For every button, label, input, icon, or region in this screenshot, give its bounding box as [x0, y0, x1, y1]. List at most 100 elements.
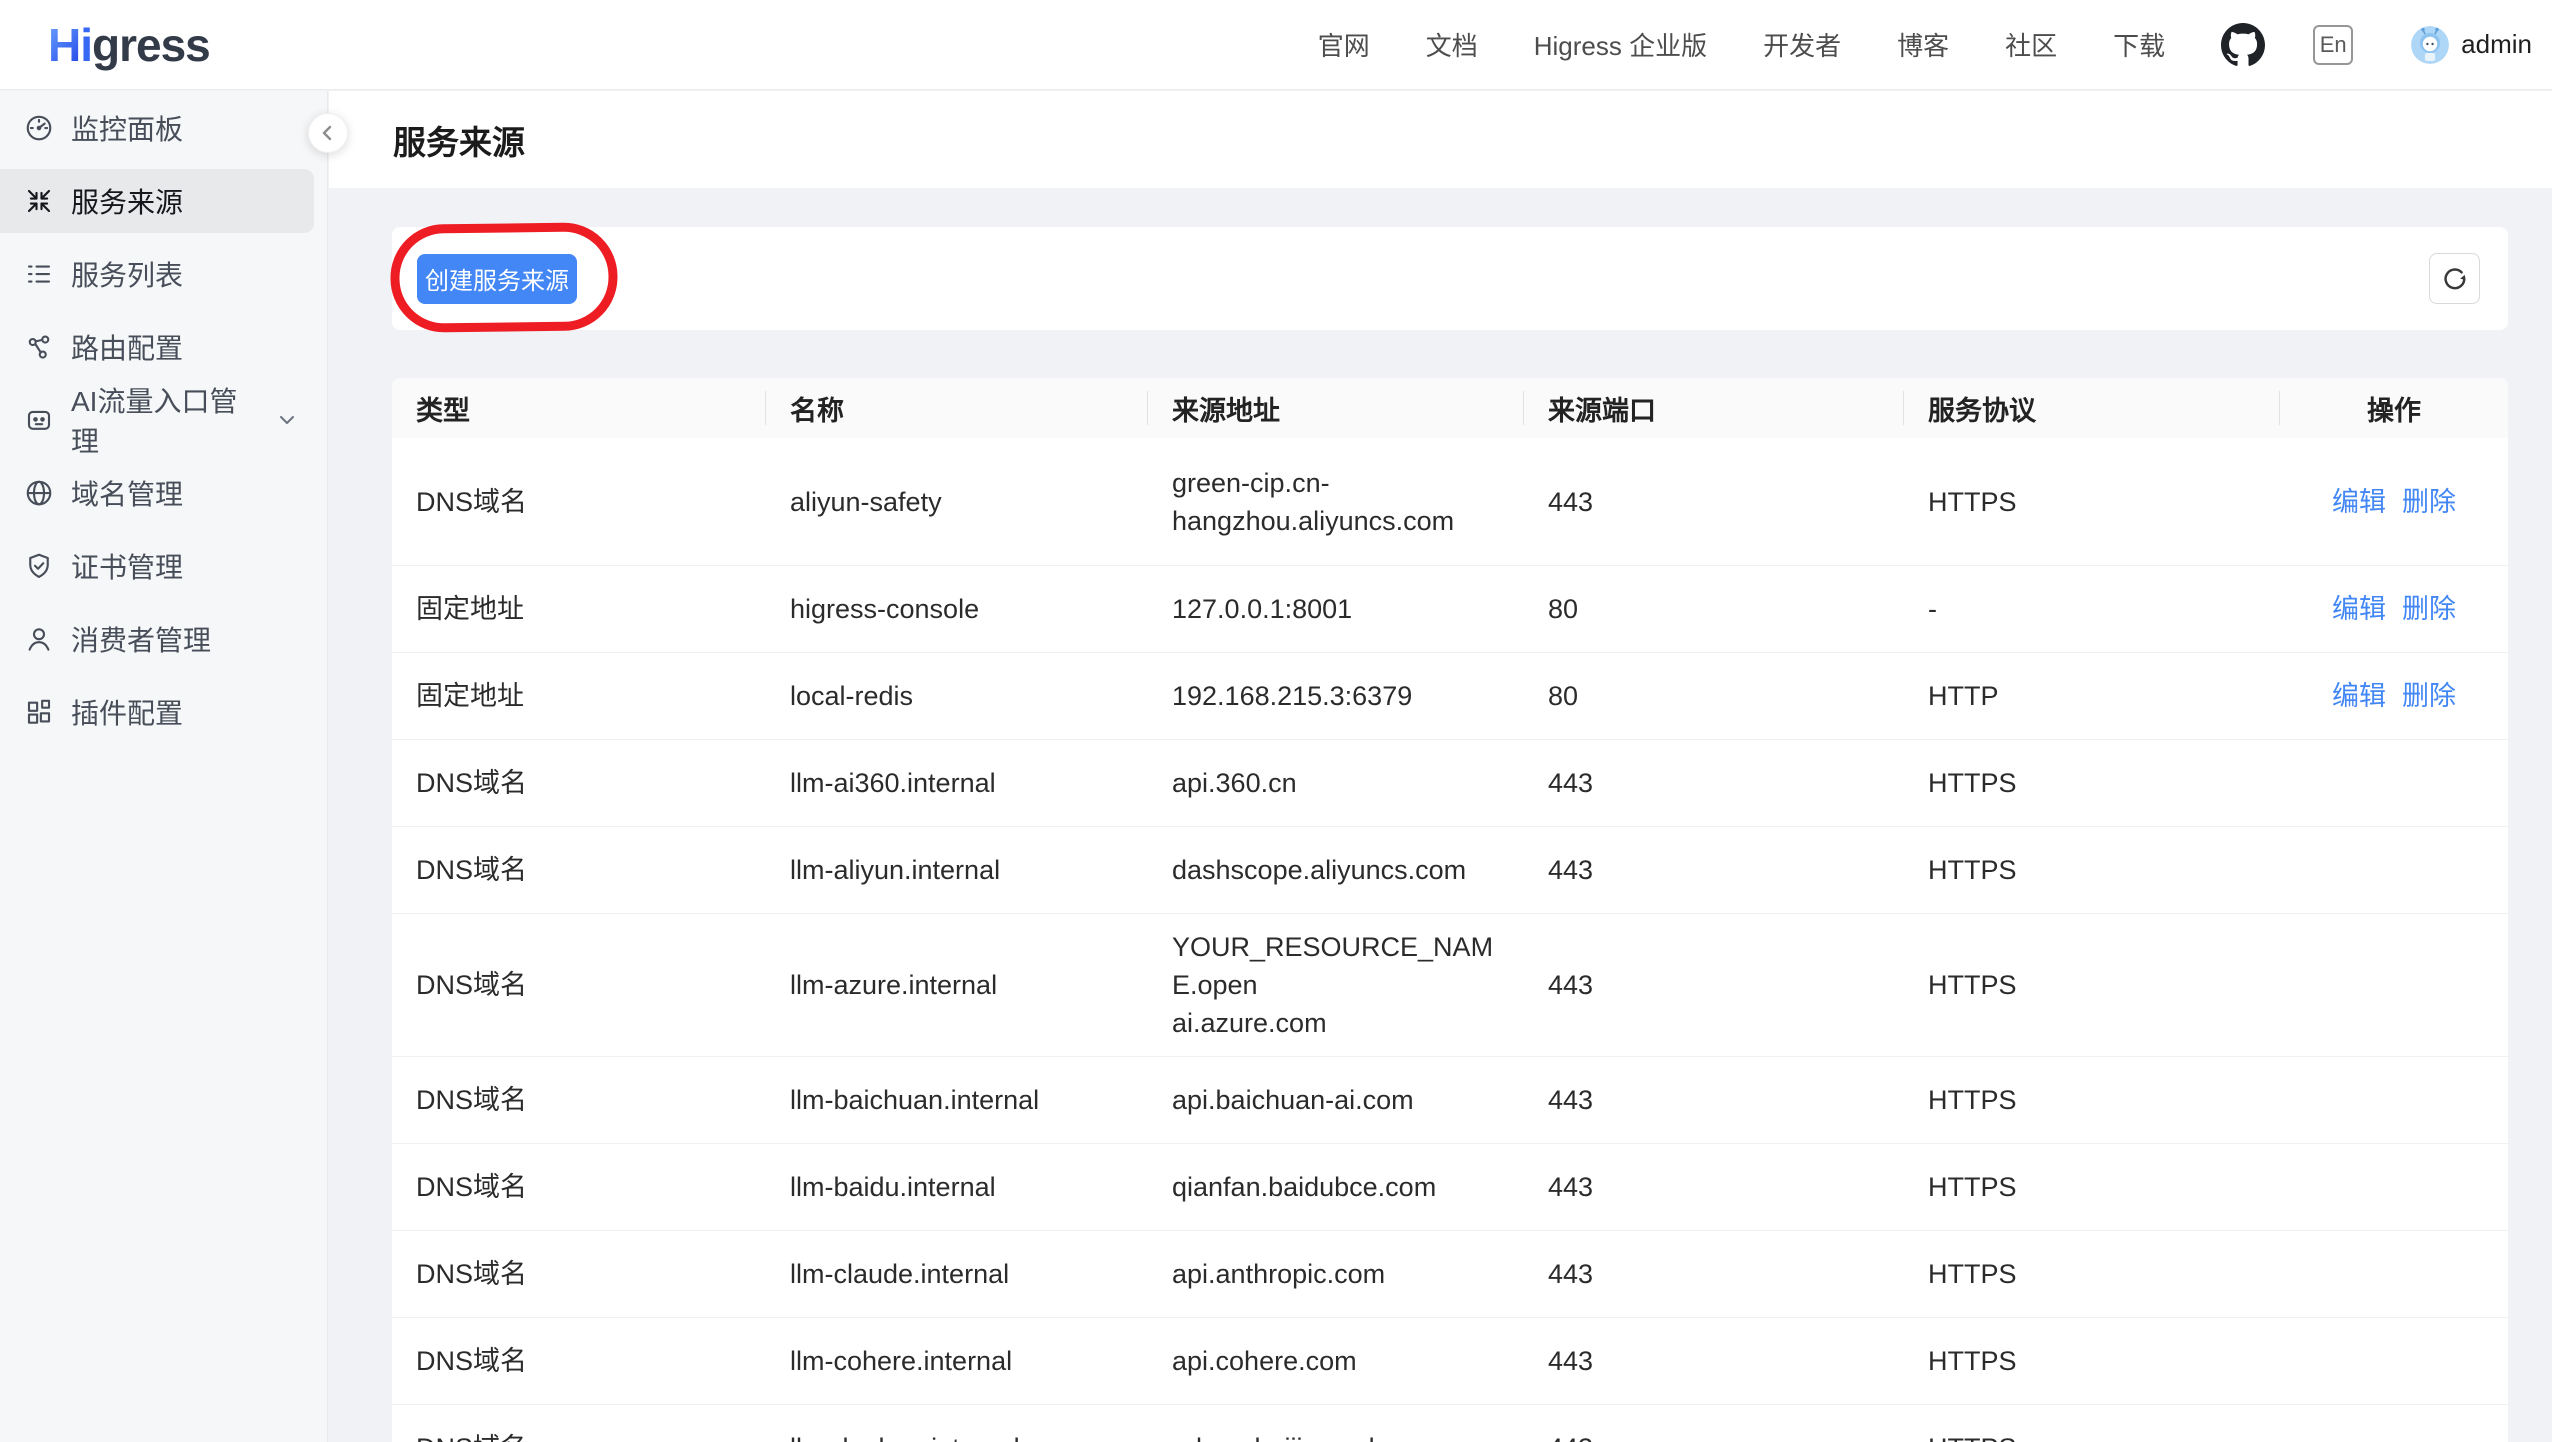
cell-port: 80: [1524, 663, 1904, 729]
github-icon[interactable]: [2221, 23, 2265, 67]
service-source-table: 类型名称来源地址来源端口服务协议操作 DNS域名 aliyun-safety g…: [392, 378, 2508, 1442]
cell-address: YOUR_RESOURCE_NAME.openai.azure.com: [1148, 914, 1524, 1056]
logo-letter-h: H: [48, 18, 80, 72]
cell-address: api.cohere.com: [1148, 1328, 1524, 1394]
logo-letter-i: i: [80, 18, 92, 72]
toolbar-card: 创建服务来源: [392, 227, 2508, 330]
sidebar-item-label: 域名管理: [71, 473, 183, 513]
user-menu[interactable]: admin: [2411, 26, 2532, 64]
sidebar-item-label: 服务列表: [71, 254, 183, 294]
table-row: 固定地址 local-redis 192.168.215.3:6379 80 H…: [392, 652, 2508, 739]
cell-protocol: HTTPS: [1904, 1067, 2280, 1133]
cell-actions: 编辑删除: [2280, 663, 2508, 729]
logo-rest: gress: [92, 18, 210, 72]
cell-actions: [2280, 971, 2508, 999]
sidebar-item-label: AI流量入口管理: [71, 380, 259, 460]
sidebar-item-blocks[interactable]: 插件配置: [0, 680, 314, 744]
sidebar-item-globe[interactable]: 域名管理: [0, 461, 314, 525]
language-toggle-button[interactable]: En: [2313, 25, 2353, 65]
sidebar-item-label: 插件配置: [71, 692, 183, 732]
user-icon: [24, 624, 54, 654]
cell-name: llm-cohere.internal: [766, 1328, 1148, 1394]
create-service-source-button[interactable]: 创建服务来源: [417, 254, 577, 304]
cell-type: DNS域名: [392, 1241, 766, 1307]
cell-name: llm-doubao.internal: [766, 1415, 1148, 1442]
dashboard-icon: [24, 113, 54, 143]
cell-protocol: HTTPS: [1904, 1154, 2280, 1220]
column-header: 操作: [2280, 378, 2508, 438]
sidebar-item-shrink[interactable]: 服务来源: [0, 169, 314, 233]
table-body: DNS域名 aliyun-safety green-cip.cn-hangzho…: [392, 438, 2508, 1442]
cell-name: llm-ai360.internal: [766, 750, 1148, 816]
edit-link[interactable]: 编辑: [2332, 681, 2386, 711]
cell-protocol: HTTPS: [1904, 750, 2280, 816]
column-header: 来源端口: [1524, 378, 1904, 438]
cell-name: local-redis: [766, 663, 1148, 729]
sidebar-item-label: 消费者管理: [71, 619, 211, 659]
higress-logo[interactable]: Higress: [48, 18, 210, 72]
page-title: 服务来源: [393, 116, 525, 164]
sidebar-navigation: 监控面板服务来源服务列表路由配置AI流量入口管理域名管理证书管理消费者管理插件配…: [0, 91, 328, 1442]
shield-icon: [24, 551, 54, 581]
table-row: DNS域名 llm-ai360.internal api.360.cn 443 …: [392, 739, 2508, 826]
cell-protocol: HTTPS: [1904, 1241, 2280, 1307]
sidebar-item-user[interactable]: 消费者管理: [0, 607, 314, 671]
sidebar-item-dashboard[interactable]: 监控面板: [0, 96, 314, 160]
table-row: DNS域名 llm-azure.internal YOUR_RESOURCE_N…: [392, 913, 2508, 1056]
top-navigation: 官网 文档 Higress 企业版 开发者 博客 社区 下载: [1318, 26, 2165, 63]
route-icon: [24, 332, 54, 362]
cell-name: llm-azure.internal: [766, 952, 1148, 1018]
sidebar-item-shield[interactable]: 证书管理: [0, 534, 314, 598]
topnav-item[interactable]: 文档: [1426, 26, 1478, 63]
cell-name: llm-claude.internal: [766, 1241, 1148, 1307]
cell-address: dashscope.aliyuncs.com: [1148, 837, 1524, 903]
sidebar-item-route[interactable]: 路由配置: [0, 315, 314, 379]
blocks-icon: [24, 697, 54, 727]
topnav-item[interactable]: 下载: [2113, 26, 2165, 63]
table-row: DNS域名 llm-baichuan.internal api.baichuan…: [392, 1056, 2508, 1143]
column-header: 服务协议: [1904, 378, 2280, 438]
topnav-item[interactable]: 社区: [2005, 26, 2057, 63]
cell-actions: [2280, 1260, 2508, 1288]
table-row: DNS域名 llm-claude.internal api.anthropic.…: [392, 1230, 2508, 1317]
robot-icon: [24, 405, 54, 435]
delete-link[interactable]: 删除: [2402, 594, 2456, 624]
cell-address: ark.cn-beijing.volces.com: [1148, 1415, 1524, 1442]
topnav-item[interactable]: 博客: [1897, 26, 1949, 63]
user-avatar: [2411, 26, 2449, 64]
cell-protocol: -: [1904, 576, 2280, 642]
cell-protocol: HTTPS: [1904, 469, 2280, 535]
column-header: 来源地址: [1148, 378, 1524, 438]
user-name: admin: [2461, 29, 2532, 60]
topnav-item[interactable]: 开发者: [1763, 26, 1841, 63]
table-row: DNS域名 llm-doubao.internal ark.cn-beijing…: [392, 1404, 2508, 1442]
cell-port: 443: [1524, 1154, 1904, 1220]
topnav-item[interactable]: 官网: [1318, 26, 1370, 63]
cell-type: DNS域名: [392, 1328, 766, 1394]
topnav-item[interactable]: Higress 企业版: [1534, 26, 1707, 63]
cell-protocol: HTTPS: [1904, 952, 2280, 1018]
delete-link[interactable]: 删除: [2402, 487, 2456, 517]
cell-address: 127.0.0.1:8001: [1148, 576, 1524, 642]
refresh-button[interactable]: [2429, 253, 2480, 304]
sidebar-item-label: 证书管理: [71, 546, 183, 586]
cell-type: DNS域名: [392, 469, 766, 535]
sidebar-item-robot[interactable]: AI流量入口管理: [0, 388, 314, 452]
cell-type: 固定地址: [392, 663, 766, 729]
cell-name: aliyun-safety: [766, 469, 1148, 535]
cell-port: 443: [1524, 837, 1904, 903]
cell-type: DNS域名: [392, 1415, 766, 1442]
edit-link[interactable]: 编辑: [2332, 487, 2386, 517]
sidebar-item-label: 监控面板: [71, 108, 183, 148]
cell-type: DNS域名: [392, 837, 766, 903]
cell-port: 443: [1524, 1067, 1904, 1133]
cell-actions: [2280, 1347, 2508, 1375]
table-row: DNS域名 aliyun-safety green-cip.cn-hangzho…: [392, 438, 2508, 565]
delete-link[interactable]: 删除: [2402, 681, 2456, 711]
cell-port: 443: [1524, 952, 1904, 1018]
table-row: DNS域名 llm-baidu.internal qianfan.baidubc…: [392, 1143, 2508, 1230]
cell-actions: [2280, 856, 2508, 884]
sidebar-collapse-button[interactable]: [308, 113, 348, 153]
edit-link[interactable]: 编辑: [2332, 594, 2386, 624]
sidebar-item-list[interactable]: 服务列表: [0, 242, 314, 306]
